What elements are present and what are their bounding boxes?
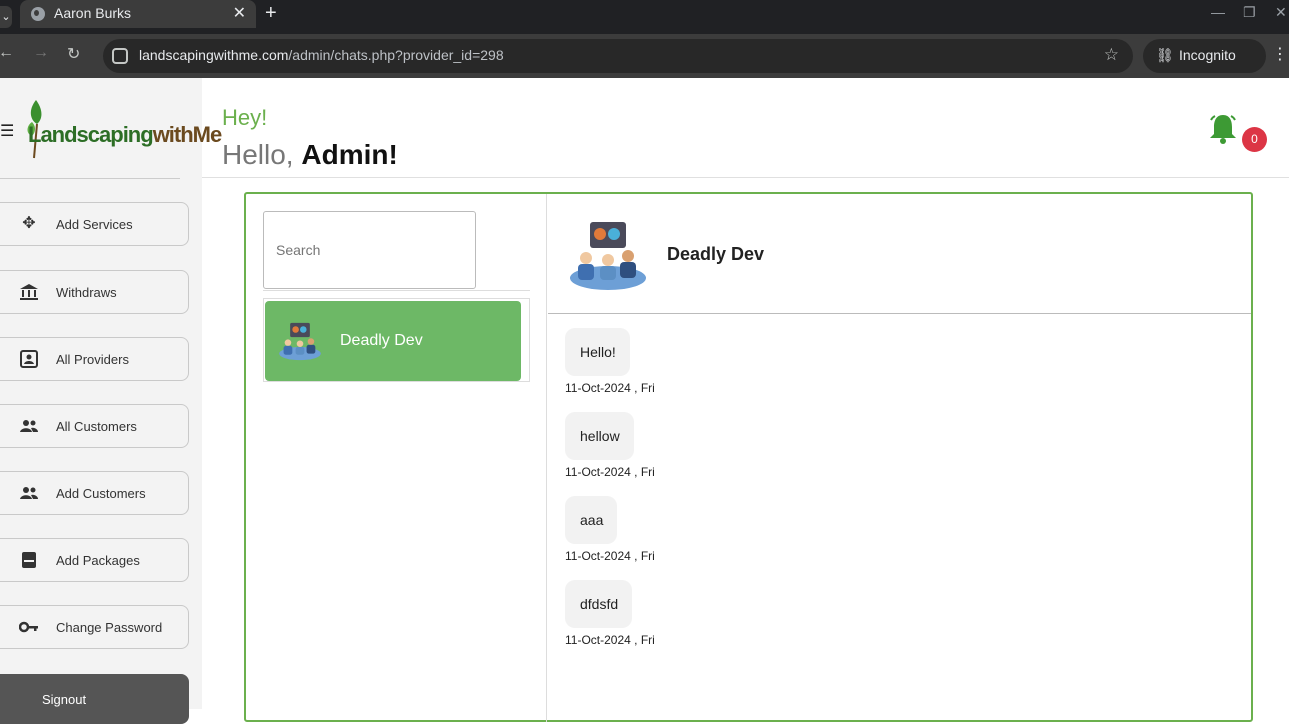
message-time: 11-Oct-2024 , Fri — [565, 465, 655, 479]
message-time: 11-Oct-2024 , Fri — [565, 549, 655, 563]
header-divider — [202, 177, 1289, 178]
sidebar-item-all-customers[interactable]: All Customers — [0, 404, 189, 448]
signout-button[interactable]: Signout — [0, 674, 189, 724]
window-close-icon[interactable]: ✕ — [1275, 4, 1287, 21]
message-bubble: Hello! — [565, 328, 630, 376]
contact-card-icon — [19, 350, 39, 368]
new-tab-icon[interactable]: + — [265, 2, 277, 25]
sidebar-item-label: Withdraws — [56, 285, 117, 300]
move-arrows-icon: ✥ — [22, 215, 36, 232]
people-icon — [19, 484, 39, 502]
browser-tab-bar: ⌄ Aaron Burks ✕ + — ❐ ✕ — [0, 0, 1289, 34]
signout-label: Signout — [42, 692, 87, 707]
message-bubble: hellow — [565, 412, 634, 460]
globe-icon — [31, 7, 45, 21]
sidebar-item-add-customers[interactable]: Add Customers — [0, 471, 189, 515]
contacts-column: Deadly Dev — [246, 194, 547, 722]
sidebar-item-withdraws[interactable]: Withdraws — [0, 270, 189, 314]
sidebar-divider — [0, 178, 180, 179]
hamburger-menu-icon[interactable]: ☰ — [0, 121, 14, 141]
message-time: 11-Oct-2024 , Fri — [565, 633, 655, 647]
people-icon — [19, 417, 39, 435]
forward-icon[interactable]: → — [33, 44, 49, 62]
incognito-indicator[interactable]: ⛓ Incognito — [1143, 39, 1266, 73]
browser-tab[interactable]: Aaron Burks ✕ — [20, 0, 256, 28]
message-time: 11-Oct-2024 , Fri — [565, 381, 655, 395]
sidebar-item-label: Change Password — [56, 620, 163, 635]
message-item: Hello! 11-Oct-2024 , Fri — [565, 328, 655, 395]
chat-contact-name: Deadly Dev — [667, 244, 765, 264]
sidebar: ☰ LandscapingwithMe ✥ Add Services Withd… — [0, 78, 222, 724]
message-bubble: dfdsfd — [565, 580, 633, 628]
sidebar-item-label: All Customers — [56, 419, 137, 434]
chat-panel: Deadly Dev Deadly Dev Hello! 11-Oct-2024… — [244, 192, 1253, 722]
reload-icon[interactable]: ↻ — [67, 44, 80, 64]
incognito-label: Incognito — [1179, 47, 1236, 63]
notification-bell-icon[interactable] — [1208, 113, 1238, 145]
tab-search-icon[interactable]: ⌄ — [0, 6, 12, 28]
address-bar[interactable]: landscapingwithme.com/admin/chats.php?pr… — [103, 39, 1133, 73]
logo-text-landscaping: Landscaping — [28, 122, 154, 147]
browser-toolbar: ← → ↻ landscapingwithme.com/admin/chats.… — [0, 34, 1289, 78]
chat-avatar — [570, 222, 646, 290]
sidebar-item-add-services[interactable]: ✥ Add Services — [0, 202, 189, 246]
chat-header: Deadly Dev — [548, 194, 1251, 314]
sidebar-item-label: Add Services — [56, 217, 133, 232]
tab-close-icon[interactable]: ✕ — [233, 3, 246, 23]
sidebar-item-label: Add Packages — [56, 553, 140, 568]
restore-icon[interactable]: ❐ — [1243, 4, 1256, 21]
url-text: landscapingwithme.com/admin/chats.php?pr… — [139, 47, 504, 63]
hello-heading: Hello, Admin! — [222, 139, 398, 170]
message-item: aaa 11-Oct-2024 , Fri — [565, 496, 655, 563]
sidebar-item-label: All Providers — [56, 352, 129, 367]
search-divider — [263, 290, 530, 291]
contact-list: Deadly Dev — [263, 298, 530, 382]
sidebar-item-label: Add Customers — [56, 486, 146, 501]
sidebar-item-change-password[interactable]: Change Password — [0, 605, 189, 649]
contact-name: Deadly Dev — [340, 332, 423, 349]
back-icon[interactable]: ← — [0, 44, 14, 62]
site-logo[interactable]: LandscapingwithMe — [22, 96, 222, 160]
user-name: Admin! — [301, 139, 398, 170]
contact-item-deadly-dev[interactable]: Deadly Dev — [265, 301, 521, 381]
message-bubble: aaa — [565, 496, 618, 544]
site-info-icon[interactable] — [112, 48, 128, 64]
incognito-icon: ⛓ — [1156, 47, 1174, 63]
browser-menu-icon[interactable]: ⋮ — [1272, 44, 1288, 64]
search-input[interactable] — [263, 211, 476, 289]
contact-avatar — [279, 322, 321, 361]
message-item: hellow 11-Oct-2024 , Fri — [565, 412, 655, 479]
key-icon — [19, 618, 39, 636]
message-item: dfdsfd 11-Oct-2024 , Fri — [565, 580, 655, 647]
notification-count-badge: 0 — [1242, 127, 1267, 152]
package-icon — [19, 551, 39, 569]
sidebar-item-add-packages[interactable]: Add Packages — [0, 538, 189, 582]
tab-title: Aaron Burks — [54, 5, 132, 21]
sidebar-item-all-providers[interactable]: All Providers — [0, 337, 189, 381]
logo-text-withme: withMe — [152, 122, 223, 147]
greeting-text: Hey! — [222, 105, 268, 130]
minimize-icon[interactable]: — — [1211, 4, 1225, 20]
bank-icon — [19, 283, 39, 301]
bookmark-star-icon[interactable]: ☆ — [1104, 45, 1119, 65]
